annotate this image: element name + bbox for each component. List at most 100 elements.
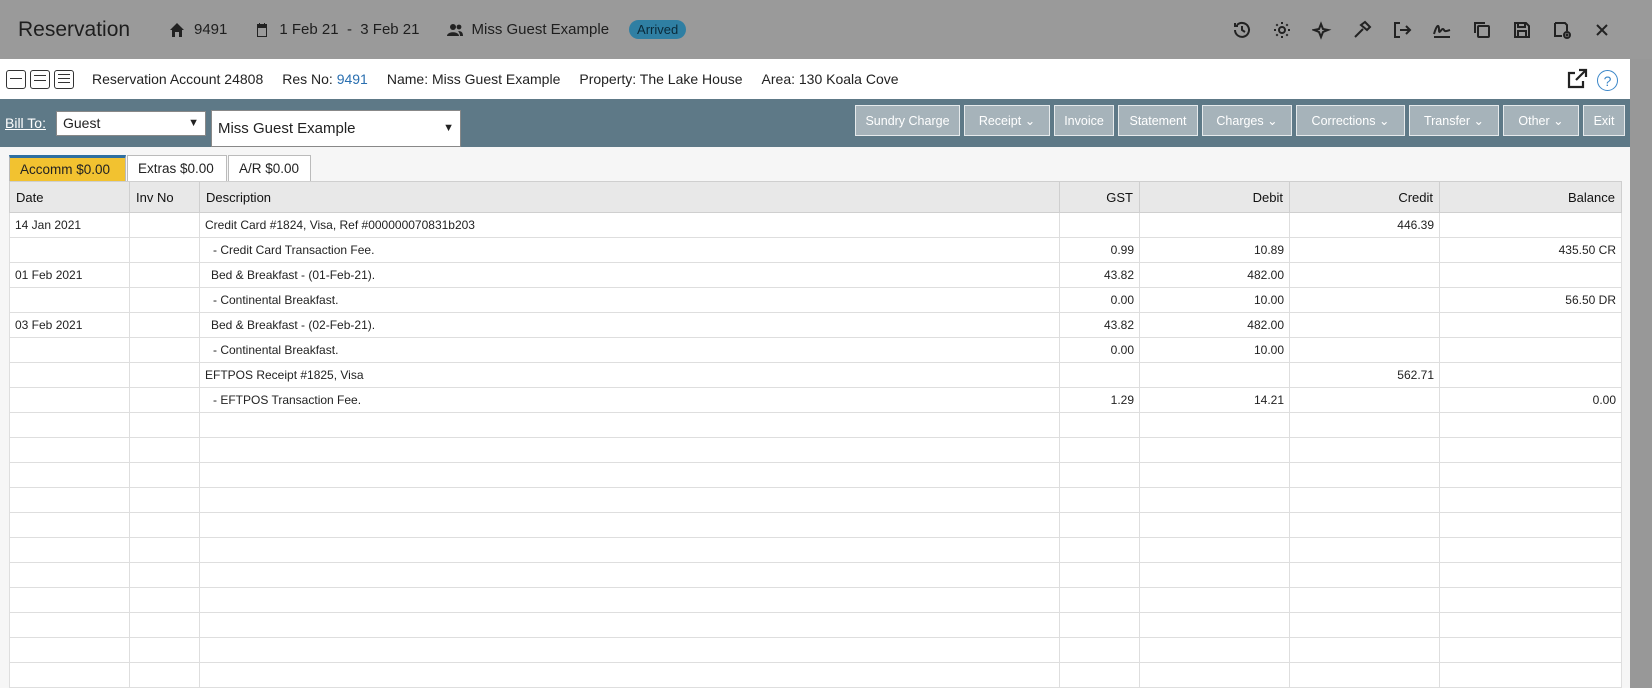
bill-type-select[interactable]: Guest ▼ — [55, 110, 206, 136]
cell-desc — [199, 412, 1060, 438]
cell-inv — [129, 262, 200, 288]
table-row[interactable]: EFTPOS Receipt #1825, Visa 562.71 — [9, 362, 1622, 388]
bill-to-link[interactable]: Bill To: — [5, 115, 46, 131]
table-row[interactable]: - EFTPOS Transaction Fee. 1.29 14.21 0.00 — [9, 387, 1622, 413]
table-row[interactable]: 01 Feb 2021 Bed & Breakfast - (01-Feb-21)… — [9, 262, 1622, 288]
table-row[interactable] — [9, 437, 1622, 463]
history-button[interactable] — [1222, 10, 1262, 50]
cell-date — [9, 387, 130, 413]
cell-credit: 562.71 — [1289, 362, 1440, 388]
table-row[interactable] — [9, 662, 1622, 688]
column-header-credit[interactable]: Credit — [1289, 181, 1440, 213]
view-medium-button[interactable] — [30, 69, 50, 89]
table-row[interactable] — [9, 562, 1622, 588]
table-row[interactable] — [9, 612, 1622, 638]
table-row[interactable]: - Continental Breakfast. 0.00 10.00 56.50 D… — [9, 287, 1622, 313]
table-row[interactable]: 14 Jan 2021 Credit Card #1824, Visa, Ref … — [9, 212, 1622, 238]
save-close-button[interactable] — [1542, 10, 1582, 50]
cell-debit — [1139, 212, 1290, 238]
tab-extras[interactable]: Extras $0.00 — [127, 155, 227, 181]
table-row[interactable] — [9, 487, 1622, 513]
table-row[interactable]: - Credit Card Transaction Fee. 0.99 10.89 4… — [9, 237, 1622, 263]
home-icon — [168, 21, 186, 39]
cell-credit — [1289, 462, 1440, 488]
transactions-table: Date Inv No Description GST Debit Credit… — [9, 181, 1622, 688]
cell-balance — [1439, 637, 1622, 663]
tab-accomm[interactable]: Accomm $0.00 — [9, 155, 126, 181]
column-header-description[interactable]: Description — [199, 181, 1060, 213]
column-header-inv[interactable]: Inv No — [129, 181, 200, 213]
table-row[interactable] — [9, 537, 1622, 563]
cell-gst: 0.00 — [1059, 287, 1140, 313]
tab-ar[interactable]: A/R $0.00 — [228, 155, 311, 181]
table-row[interactable]: - Continental Breakfast. 0.00 10.00 — [9, 337, 1622, 363]
cell-balance: 56.50 DR — [1439, 287, 1622, 313]
users-icon — [446, 21, 464, 39]
cell-date — [9, 587, 130, 613]
table-row[interactable]: 03 Feb 2021 Bed & Breakfast - (02-Feb-21)… — [9, 312, 1622, 338]
view-compact-button[interactable] — [6, 69, 26, 89]
cell-balance — [1439, 212, 1622, 238]
cell-credit — [1289, 337, 1440, 363]
column-header-debit[interactable]: Debit — [1139, 181, 1290, 213]
column-header-date[interactable]: Date — [9, 181, 130, 213]
cell-balance — [1439, 512, 1622, 538]
view-toggle-group — [6, 69, 78, 89]
table-row[interactable] — [9, 412, 1622, 438]
close-button[interactable] — [1582, 10, 1622, 50]
chevron-down-icon: ⌄ — [1267, 114, 1278, 128]
cell-balance — [1439, 462, 1622, 488]
res-guest: Miss Guest Example — [446, 21, 609, 39]
column-header-gst[interactable]: GST — [1059, 181, 1140, 213]
tools-button[interactable] — [1342, 10, 1382, 50]
external-link-icon[interactable] — [1565, 67, 1589, 94]
sparkle-star-icon — [1312, 20, 1332, 40]
cell-gst — [1059, 512, 1140, 538]
copy-button[interactable] — [1462, 10, 1502, 50]
cell-credit — [1289, 487, 1440, 513]
exit-button[interactable]: Exit — [1583, 105, 1625, 136]
settings-button[interactable] — [1262, 10, 1302, 50]
sundry-charge-button[interactable]: Sundry Charge — [855, 105, 960, 136]
transfer-button[interactable]: Transfer ⌄ — [1409, 105, 1499, 136]
table-row[interactable] — [9, 587, 1622, 613]
hammer-icon — [1354, 20, 1372, 38]
table-row[interactable] — [9, 462, 1622, 488]
cell-gst: 0.99 — [1059, 237, 1140, 263]
cell-credit — [1289, 387, 1440, 413]
other-button[interactable]: Other ⌄ — [1503, 105, 1579, 136]
cell-gst — [1059, 437, 1140, 463]
column-header-balance[interactable]: Balance — [1439, 181, 1622, 213]
res-no-info: Res No: 9491 — [282, 71, 368, 87]
check-out-button[interactable] — [1382, 10, 1422, 50]
cell-desc: - Continental Breakfast. — [199, 287, 1060, 313]
cell-desc — [199, 487, 1060, 513]
cell-gst — [1059, 212, 1140, 238]
save-button[interactable] — [1502, 10, 1542, 50]
signature-button[interactable] — [1422, 10, 1462, 50]
page-title: Reservation — [18, 17, 131, 41]
cell-balance — [1439, 612, 1622, 638]
cell-desc — [199, 512, 1060, 538]
charges-button[interactable]: Charges ⌄ — [1202, 105, 1292, 136]
bill-name-select[interactable]: Miss Guest Example ▼ — [210, 109, 461, 147]
cell-inv — [129, 537, 200, 563]
cell-balance — [1439, 487, 1622, 513]
res-no-link[interactable]: 9491 — [337, 71, 368, 87]
res-number: 9491 — [168, 21, 227, 39]
account-info-bar: Reservation Account 24808 Res No: 9491 N… — [0, 59, 1630, 99]
table-row[interactable] — [9, 637, 1622, 663]
cell-inv — [129, 387, 200, 413]
view-detailed-button[interactable] — [54, 69, 74, 89]
receipt-button[interactable]: Receipt ⌄ — [964, 105, 1050, 136]
help-icon[interactable]: ? — [1597, 70, 1618, 91]
statement-button[interactable]: Statement — [1118, 105, 1198, 136]
res-dates: 1 Feb 21 - 3 Feb 21 — [253, 21, 420, 39]
cell-date — [9, 287, 130, 313]
table-row[interactable] — [9, 512, 1622, 538]
corrections-button[interactable]: Corrections ⌄ — [1296, 105, 1405, 136]
favourite-button[interactable] — [1302, 10, 1342, 50]
invoice-button[interactable]: Invoice — [1054, 105, 1114, 136]
cell-date: 03 Feb 2021 — [9, 312, 130, 338]
cell-credit — [1289, 562, 1440, 588]
